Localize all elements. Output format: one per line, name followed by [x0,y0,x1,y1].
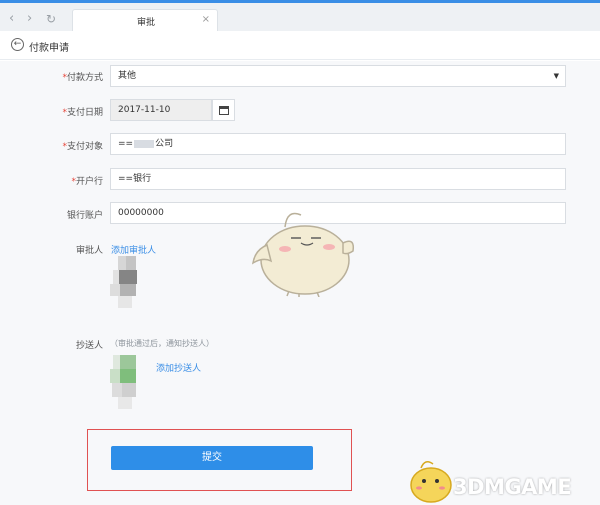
page-title: 付款申请 [29,43,69,54]
close-icon[interactable]: × [202,14,210,25]
calendar-icon [219,106,229,115]
bank-value: ==银行 [118,174,152,184]
account-label: 银行账户 [66,211,103,221]
payment-date-field: 2017-11-10 [110,99,212,121]
payee-input[interactable]: == 公司 [110,133,566,155]
mascot-sticker [252,212,355,297]
payee-value-suffix: 公司 [155,139,174,149]
back-arrow-icon[interactable]: ← [11,38,24,51]
payment-method-value: 其他 [118,71,137,81]
bank-label: *开户行 [71,177,103,187]
payee-value-prefix: == [118,139,134,149]
add-cc-link[interactable]: 添加抄送人 [156,361,201,374]
account-value: 00000000 [118,208,164,218]
browser-toolbar: ‹ › ↻ 审批 × [0,0,600,34]
cc-hint: （审批通过后，通知抄送人） [110,339,214,348]
back-nav-icon[interactable]: ‹ [9,12,14,26]
reload-icon[interactable]: ↻ [46,12,56,26]
blurred-text [134,139,155,148]
forward-nav-icon[interactable]: › [27,12,32,26]
mascot-logo-icon [410,461,452,503]
payment-date-label: *支付日期 [62,108,103,118]
approver-label: 审批人 [75,246,103,256]
page-header: ← 付款申请 [0,31,600,60]
brand-watermark: 3DMGAME [405,453,600,505]
brand-text: 3DMGAME [453,475,572,499]
bank-input[interactable]: ==银行 [110,168,566,190]
chevron-down-icon: ▼ [553,72,559,80]
payment-date-value: 2017-11-10 [118,105,171,115]
payment-method-select[interactable]: 其他 ▼ [110,65,566,87]
add-approver-link[interactable]: 添加审批人 [111,243,156,256]
calendar-button[interactable] [212,99,235,121]
payment-method-label: *付款方式 [62,73,103,83]
tab-title: 审批 [137,18,156,28]
cc-label: 抄送人 [75,341,103,351]
payee-label: *支付对象 [62,142,103,152]
submit-button[interactable]: 提交 [111,446,313,470]
